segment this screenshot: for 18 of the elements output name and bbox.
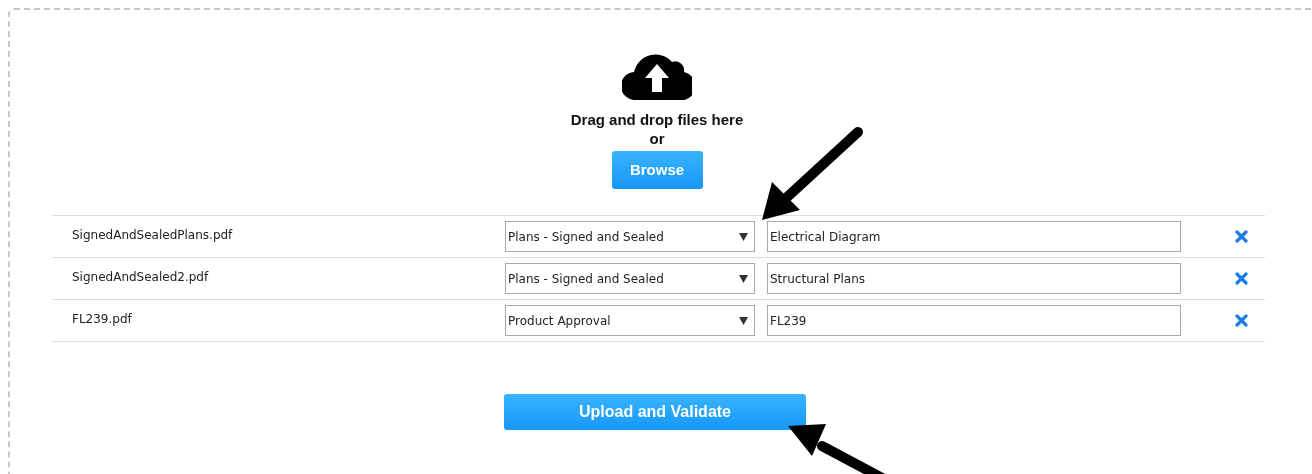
category-select[interactable]: Plans - Signed and Sealed (505, 263, 755, 294)
close-icon[interactable] (1235, 314, 1248, 327)
or-text: or (649, 129, 665, 148)
dropzone-panel[interactable] (8, 8, 1312, 474)
file-name: SignedAndSealed2.pdf (72, 269, 210, 286)
close-icon[interactable] (1235, 272, 1248, 285)
file-name: FL239.pdf (72, 311, 133, 328)
category-select[interactable]: Plans - Signed and Sealed (505, 221, 755, 252)
file-name: SignedAndSealedPlans.pdf (72, 227, 234, 244)
description-field[interactable]: Structural Plans (767, 263, 1181, 294)
category-select[interactable]: Product Approval (505, 305, 755, 336)
drop-prompt: Drag and drop files here (570, 110, 744, 129)
description-field[interactable]: Electrical Diagram (767, 221, 1181, 252)
caret-icon (739, 232, 748, 241)
caret-icon (739, 316, 748, 325)
description-field[interactable]: FL239 (767, 305, 1181, 336)
caret-icon (739, 274, 748, 283)
close-icon[interactable] (1235, 230, 1248, 243)
